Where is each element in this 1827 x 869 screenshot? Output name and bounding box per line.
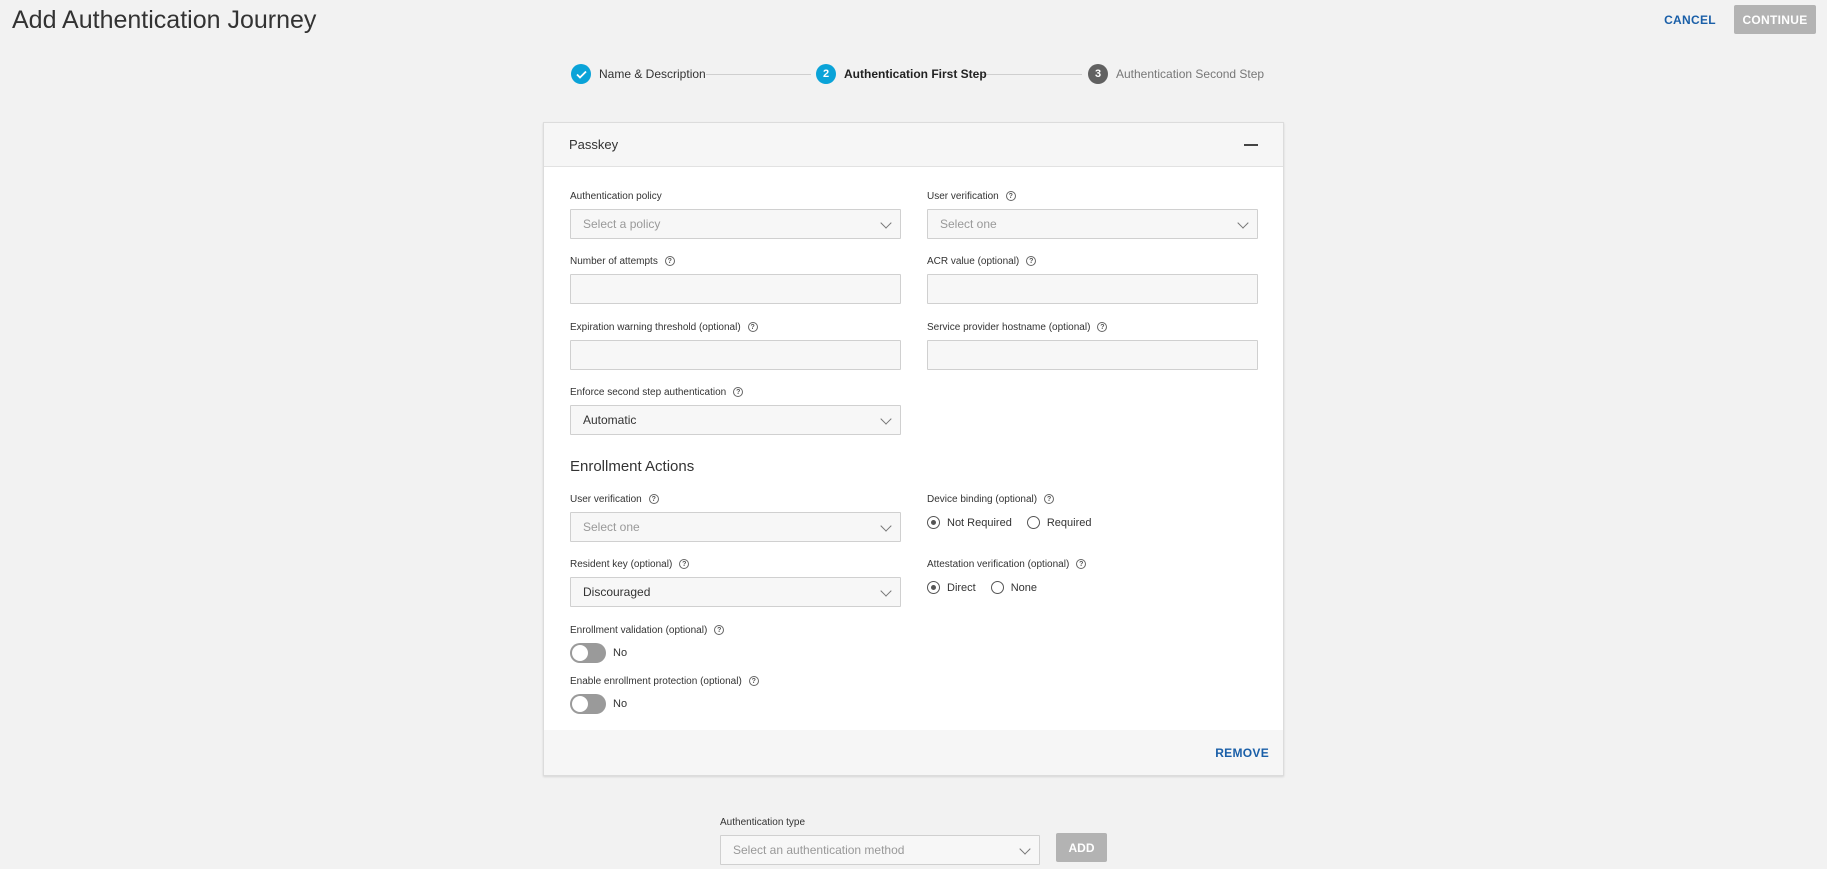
remove-button[interactable]: REMOVE <box>1215 746 1269 760</box>
select-value: Discouraged <box>583 585 651 599</box>
step-number: 3 <box>1088 64 1108 84</box>
help-circle-icon[interactable]: ? <box>1044 494 1055 504</box>
number-of-attempts-input[interactable] <box>583 275 888 303</box>
step-authentication-second[interactable]: 3 Authentication Second Step <box>1088 63 1264 85</box>
add-button[interactable]: ADD <box>1056 833 1107 862</box>
field-label: Resident key (optional) <box>570 558 673 570</box>
radio-checked-icon <box>927 581 940 594</box>
enrollment-protection-toggle[interactable] <box>570 694 606 714</box>
attestation-verification-radio-group: Direct None <box>927 581 1258 594</box>
resident-key-field: Resident key (optional)? Discouraged <box>570 557 901 607</box>
service-provider-hostname-field: Service provider hostname (optional)? <box>927 320 1258 370</box>
step-label: Authentication Second Step <box>1116 67 1265 81</box>
cancel-button[interactable]: CANCEL <box>1655 6 1725 34</box>
step-name-description[interactable]: Name & Description <box>571 63 706 85</box>
device-binding-field: Device binding (optional)? Not Required … <box>927 492 1258 529</box>
select-value: Automatic <box>583 413 637 427</box>
help-circle-icon[interactable]: ? <box>664 256 675 266</box>
radio-unchecked-icon <box>1026 516 1040 529</box>
help-circle-icon[interactable]: ? <box>1076 559 1087 569</box>
enforce-second-step-select[interactable]: Automatic <box>570 405 901 435</box>
step-label: Authentication First Step <box>844 67 987 81</box>
field-label: ACR value (optional) <box>927 255 1020 267</box>
field-label: Expiration warning threshold (optional) <box>570 321 741 333</box>
authentication-policy-select[interactable]: Select a policy <box>570 209 901 239</box>
field-label: Attestation verification (optional) <box>927 558 1070 570</box>
stepper-connector <box>706 74 811 75</box>
field-label: User verification <box>927 190 999 202</box>
card-title: Passkey <box>569 137 619 152</box>
step-label: Name & Description <box>599 67 706 81</box>
resident-key-select[interactable]: Discouraged <box>570 577 901 607</box>
chevron-down-icon <box>880 217 892 229</box>
authentication-type-select[interactable]: Select an authentication method <box>720 835 1040 865</box>
help-circle-icon[interactable]: ? <box>747 322 758 332</box>
select-placeholder: Select one <box>940 217 997 231</box>
field-label: Enable enrollment protection (optional) <box>570 675 742 687</box>
field-label: Authentication type <box>720 816 806 828</box>
select-placeholder: Select a policy <box>583 217 661 231</box>
minus-icon[interactable] <box>1244 138 1258 152</box>
number-of-attempts-field: Number of attempts? <box>570 254 901 304</box>
user-verification-field: User verification? Select one <box>927 189 1258 239</box>
service-provider-hostname-input[interactable] <box>940 341 1245 369</box>
field-label: Service provider hostname (optional) <box>927 321 1091 333</box>
stepper: Name & Description 2 Authentication Firs… <box>571 63 1264 85</box>
user-verification-select[interactable]: Select one <box>927 209 1258 239</box>
enrollment-validation-field: Enrollment validation (optional)? No <box>570 623 901 663</box>
radio-checked-icon <box>927 516 940 529</box>
acr-value-field: ACR value (optional)? <box>927 254 1258 304</box>
page-title: Add Authentication Journey <box>12 6 317 34</box>
acr-value-input[interactable] <box>940 275 1245 303</box>
chevron-down-icon <box>880 520 892 532</box>
help-circle-icon[interactable]: ? <box>733 387 744 397</box>
stepper-connector <box>977 74 1082 75</box>
check-icon <box>571 64 591 84</box>
radio-required[interactable]: Required <box>1026 516 1091 529</box>
help-circle-icon[interactable]: ? <box>714 625 725 635</box>
help-circle-icon[interactable]: ? <box>1026 256 1037 266</box>
help-circle-icon[interactable]: ? <box>1005 191 1016 201</box>
help-circle-icon[interactable]: ? <box>679 559 690 569</box>
help-circle-icon[interactable]: ? <box>748 676 759 686</box>
radio-direct[interactable]: Direct <box>927 581 976 594</box>
chevron-down-icon <box>1237 217 1249 229</box>
field-label: Enforce second step authentication <box>570 386 727 398</box>
chevron-down-icon <box>880 413 892 425</box>
select-placeholder: Select one <box>583 520 640 534</box>
enrollment-user-verification-field: User verification? Select one <box>570 492 901 542</box>
field-label: Enrollment validation (optional) <box>570 624 708 636</box>
field-label: User verification <box>570 493 642 505</box>
card-header[interactable]: Passkey <box>544 123 1283 167</box>
device-binding-radio-group: Not Required Required <box>927 516 1258 529</box>
enforce-second-step-field: Enforce second step authentication? Auto… <box>570 385 901 435</box>
toggle-state-label: No <box>613 698 628 710</box>
expiration-warning-input[interactable] <box>583 341 888 369</box>
expiration-warning-field: Expiration warning threshold (optional)? <box>570 320 901 370</box>
card-footer: REMOVE <box>544 730 1283 775</box>
step-number: 2 <box>816 64 836 84</box>
field-label: Number of attempts <box>570 255 658 267</box>
authentication-policy-field: Authentication policy Select a policy <box>570 189 901 239</box>
enrollment-user-verification-select[interactable]: Select one <box>570 512 901 542</box>
select-placeholder: Select an authentication method <box>733 843 905 857</box>
radio-unchecked-icon <box>990 581 1004 594</box>
radio-none[interactable]: None <box>990 581 1037 594</box>
enrollment-protection-field: Enable enrollment protection (optional)?… <box>570 674 901 714</box>
step-authentication-first[interactable]: 2 Authentication First Step <box>816 63 987 85</box>
chevron-down-icon <box>1019 843 1031 855</box>
enrollment-actions-title: Enrollment Actions <box>570 458 695 475</box>
chevron-down-icon <box>880 585 892 597</box>
attestation-verification-field: Attestation verification (optional)? Dir… <box>927 557 1258 594</box>
passkey-card: Passkey Authentication policy Select a p… <box>543 122 1284 776</box>
field-label: Device binding (optional) <box>927 493 1038 505</box>
toggle-state-label: No <box>613 647 628 659</box>
help-circle-icon[interactable]: ? <box>648 494 659 504</box>
help-circle-icon[interactable]: ? <box>1097 322 1108 332</box>
authentication-type-field: Authentication type Select an authentica… <box>720 815 1040 865</box>
radio-not-required[interactable]: Not Required <box>927 516 1012 529</box>
enrollment-validation-toggle[interactable] <box>570 643 606 663</box>
field-label: Authentication policy <box>570 190 662 202</box>
continue-button[interactable]: CONTINUE <box>1734 5 1816 34</box>
